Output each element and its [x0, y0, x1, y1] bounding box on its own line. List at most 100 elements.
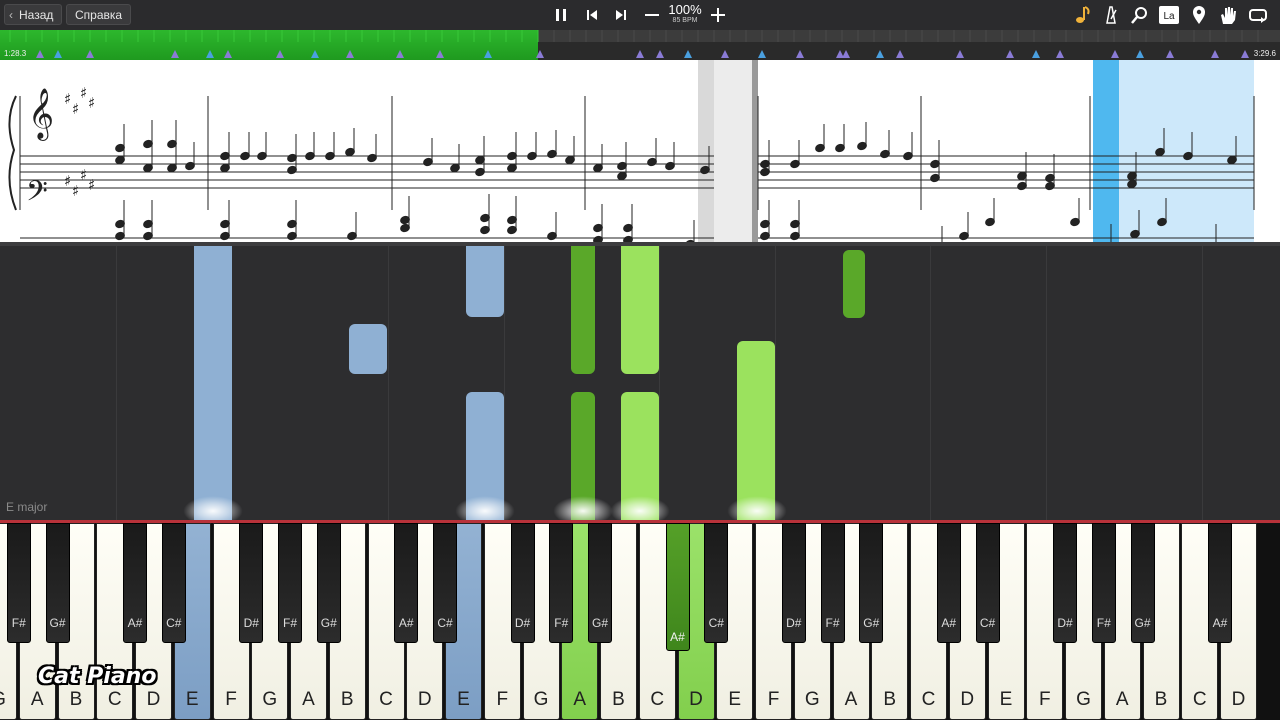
timeline-marker	[1056, 50, 1064, 58]
timeline-marker	[1211, 50, 1219, 58]
tempo-bpm: 85 BPM	[672, 17, 698, 24]
falling-note	[349, 324, 387, 374]
current-time: 1:28.3	[4, 49, 27, 58]
piano-key-black[interactable]: G#	[1130, 523, 1155, 643]
key-label: A#	[670, 630, 685, 644]
key-label: F#	[282, 616, 297, 630]
key-label: C	[650, 689, 665, 710]
timeline-marker	[396, 50, 404, 58]
timeline-marker	[1111, 50, 1119, 58]
roll-gridline	[659, 246, 660, 520]
sheet-music[interactable]: 𝄞 𝄢 ♯ ♯ ♯ ♯ ♯ ♯ ♯ ♯	[0, 60, 1280, 242]
timeline-marker	[206, 50, 214, 58]
timeline-marker	[311, 50, 319, 58]
timeline-marker	[346, 50, 354, 58]
key-label: D#	[1057, 616, 1073, 630]
pause-icon[interactable]	[550, 4, 572, 26]
back-button-label: Назад	[19, 8, 54, 22]
back-button[interactable]: ‹ Назад	[4, 4, 63, 25]
key-label: F	[1038, 689, 1051, 710]
piano-key-black[interactable]: G#	[316, 523, 341, 643]
key-label: B	[883, 689, 897, 710]
key-press-glow	[455, 496, 515, 520]
key-label: G#	[591, 616, 608, 630]
key-label: A	[573, 689, 587, 710]
svg-text:♯: ♯	[64, 172, 71, 190]
zoom-icon[interactable]	[1129, 4, 1151, 26]
piano-key-black[interactable]: D#	[781, 523, 806, 643]
piano-key-black[interactable]: F#	[1091, 523, 1116, 643]
piano-key-black[interactable]: D#	[239, 523, 264, 643]
loop-icon[interactable]	[1247, 4, 1269, 26]
key-label: D	[960, 689, 975, 710]
timeline-marker	[484, 50, 492, 58]
piano-key-black[interactable]: G#	[588, 523, 612, 643]
key-label: G	[1076, 689, 1091, 710]
piano-key-black[interactable]: D#	[1053, 523, 1077, 643]
timeline-marker	[1032, 50, 1040, 58]
music-note-icon[interactable]	[1072, 4, 1094, 26]
timeline-marker	[956, 50, 964, 58]
piano-key-black[interactable]: C#	[433, 523, 457, 643]
key-press-glow	[553, 496, 613, 520]
timeline-marker	[36, 50, 44, 58]
key-label: E	[457, 689, 470, 710]
timeline-marker	[276, 50, 284, 58]
timeline-marker	[86, 50, 94, 58]
tempo-plus-icon[interactable]	[707, 4, 729, 26]
piano-key-black[interactable]: C#	[975, 523, 1000, 643]
timeline-marker	[796, 50, 804, 58]
roll-gridline	[116, 246, 117, 520]
svg-text:𝄢: 𝄢	[26, 175, 48, 215]
key-label: F#	[554, 616, 569, 630]
key-label: F	[225, 689, 237, 710]
piano-key-black[interactable]: G#	[859, 523, 884, 643]
location-pin-icon[interactable]	[1188, 4, 1210, 26]
key-label: C#	[437, 616, 453, 630]
key-label: G#	[1134, 616, 1151, 630]
roll-gridline	[504, 246, 505, 520]
score-staff: 𝄞 𝄢 ♯♯♯♯ ♯♯♯♯	[8, 60, 1255, 242]
timeline[interactable]: 1:28.3 3:29.6	[0, 30, 1280, 60]
piano-key-black[interactable]: F#	[6, 523, 31, 643]
key-label: C#	[979, 616, 996, 630]
piano-key-black[interactable]: C#	[161, 523, 186, 643]
timeline-marker	[536, 50, 544, 58]
timeline-marker	[1241, 50, 1249, 58]
timeline-marker	[636, 50, 644, 58]
svg-text:♯: ♯	[80, 84, 87, 102]
key-label: A	[30, 689, 44, 710]
timeline-marker	[1166, 50, 1174, 58]
falling-note	[737, 341, 775, 520]
key-label: D	[146, 689, 161, 710]
piano-key-black[interactable]: A#	[665, 523, 690, 651]
piano-keyboard[interactable]: GABCDEFGABCDEFGABCDEFGABCDEFGABCDF#G#A#C…	[0, 520, 1280, 720]
key-label: F#	[825, 616, 840, 630]
key-label: F	[767, 689, 780, 710]
key-label: F#	[11, 616, 26, 630]
piano-key-black[interactable]: D#	[510, 523, 535, 643]
piano-key-black[interactable]: F#	[820, 523, 845, 643]
hand-icon[interactable]	[1217, 4, 1239, 26]
piano-key-black[interactable]: A#	[123, 523, 147, 643]
key-label: F#	[1096, 616, 1111, 630]
key-label: E	[728, 689, 742, 710]
piano-key-black[interactable]: F#	[549, 523, 574, 643]
piano-key-black[interactable]: A#	[936, 523, 961, 643]
piano-key-black[interactable]: F#	[278, 523, 302, 643]
piano-key-black[interactable]: G#	[45, 523, 70, 643]
skip-forward-icon[interactable]	[610, 4, 632, 26]
tempo-minus-icon[interactable]	[641, 4, 663, 26]
piano-key-black[interactable]: A#	[1208, 523, 1232, 643]
skip-back-icon[interactable]	[581, 4, 603, 26]
piano-key-black[interactable]: C#	[704, 523, 729, 643]
score-notes	[115, 120, 1237, 242]
note-labels-icon[interactable]: La	[1158, 4, 1180, 26]
piano-key-black[interactable]: A#	[394, 523, 419, 643]
key-label: G	[804, 689, 820, 710]
help-button[interactable]: Справка	[66, 4, 132, 25]
timeline-marker	[684, 50, 692, 58]
metronome-icon[interactable]	[1100, 4, 1122, 26]
falling-note	[843, 250, 865, 318]
roll-gridline	[388, 246, 389, 520]
